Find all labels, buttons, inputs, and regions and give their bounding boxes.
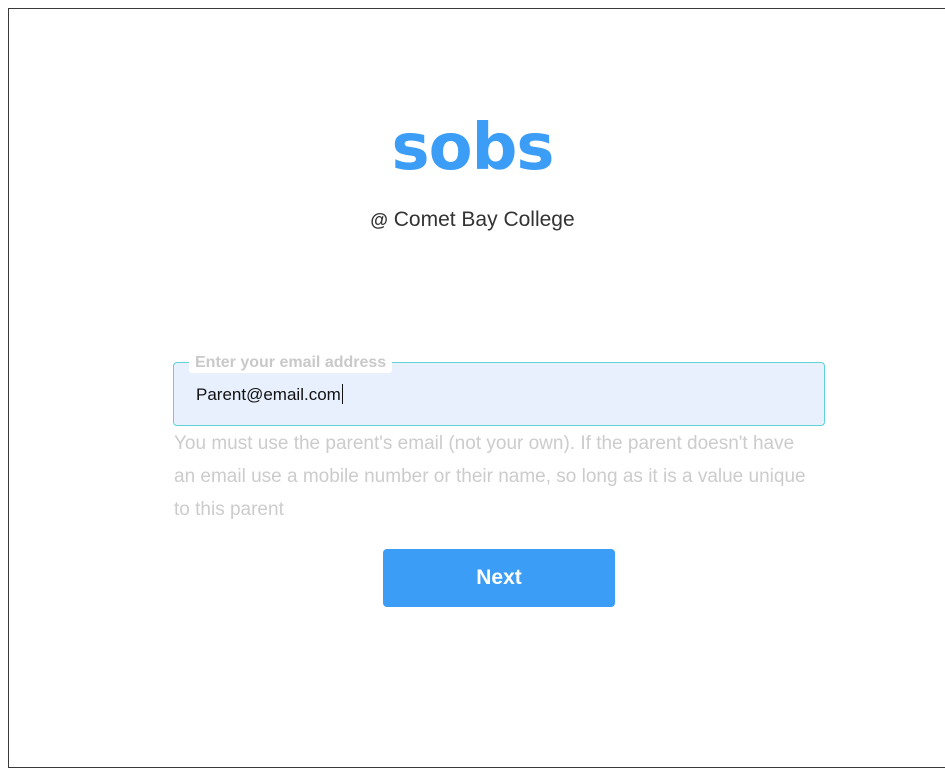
school-name: Comet Bay College [393,208,575,231]
email-field-label: Enter your email address [189,353,393,373]
text-caret [341,384,343,404]
next-button[interactable]: Next [383,549,615,607]
at-symbol: @ [370,210,388,230]
email-input[interactable]: Parent@email.com [196,383,796,407]
school-subtitle: @ Comet Bay College [0,206,945,234]
email-input-value: Parent@email.com [196,385,341,404]
email-help-text: You must use the parent's email (not you… [174,433,806,520]
email-field-container[interactable]: Enter your email address Parent@email.co… [173,353,825,426]
logo-text: sobs [391,111,555,185]
sobs-logo: sobs [0,112,945,184]
